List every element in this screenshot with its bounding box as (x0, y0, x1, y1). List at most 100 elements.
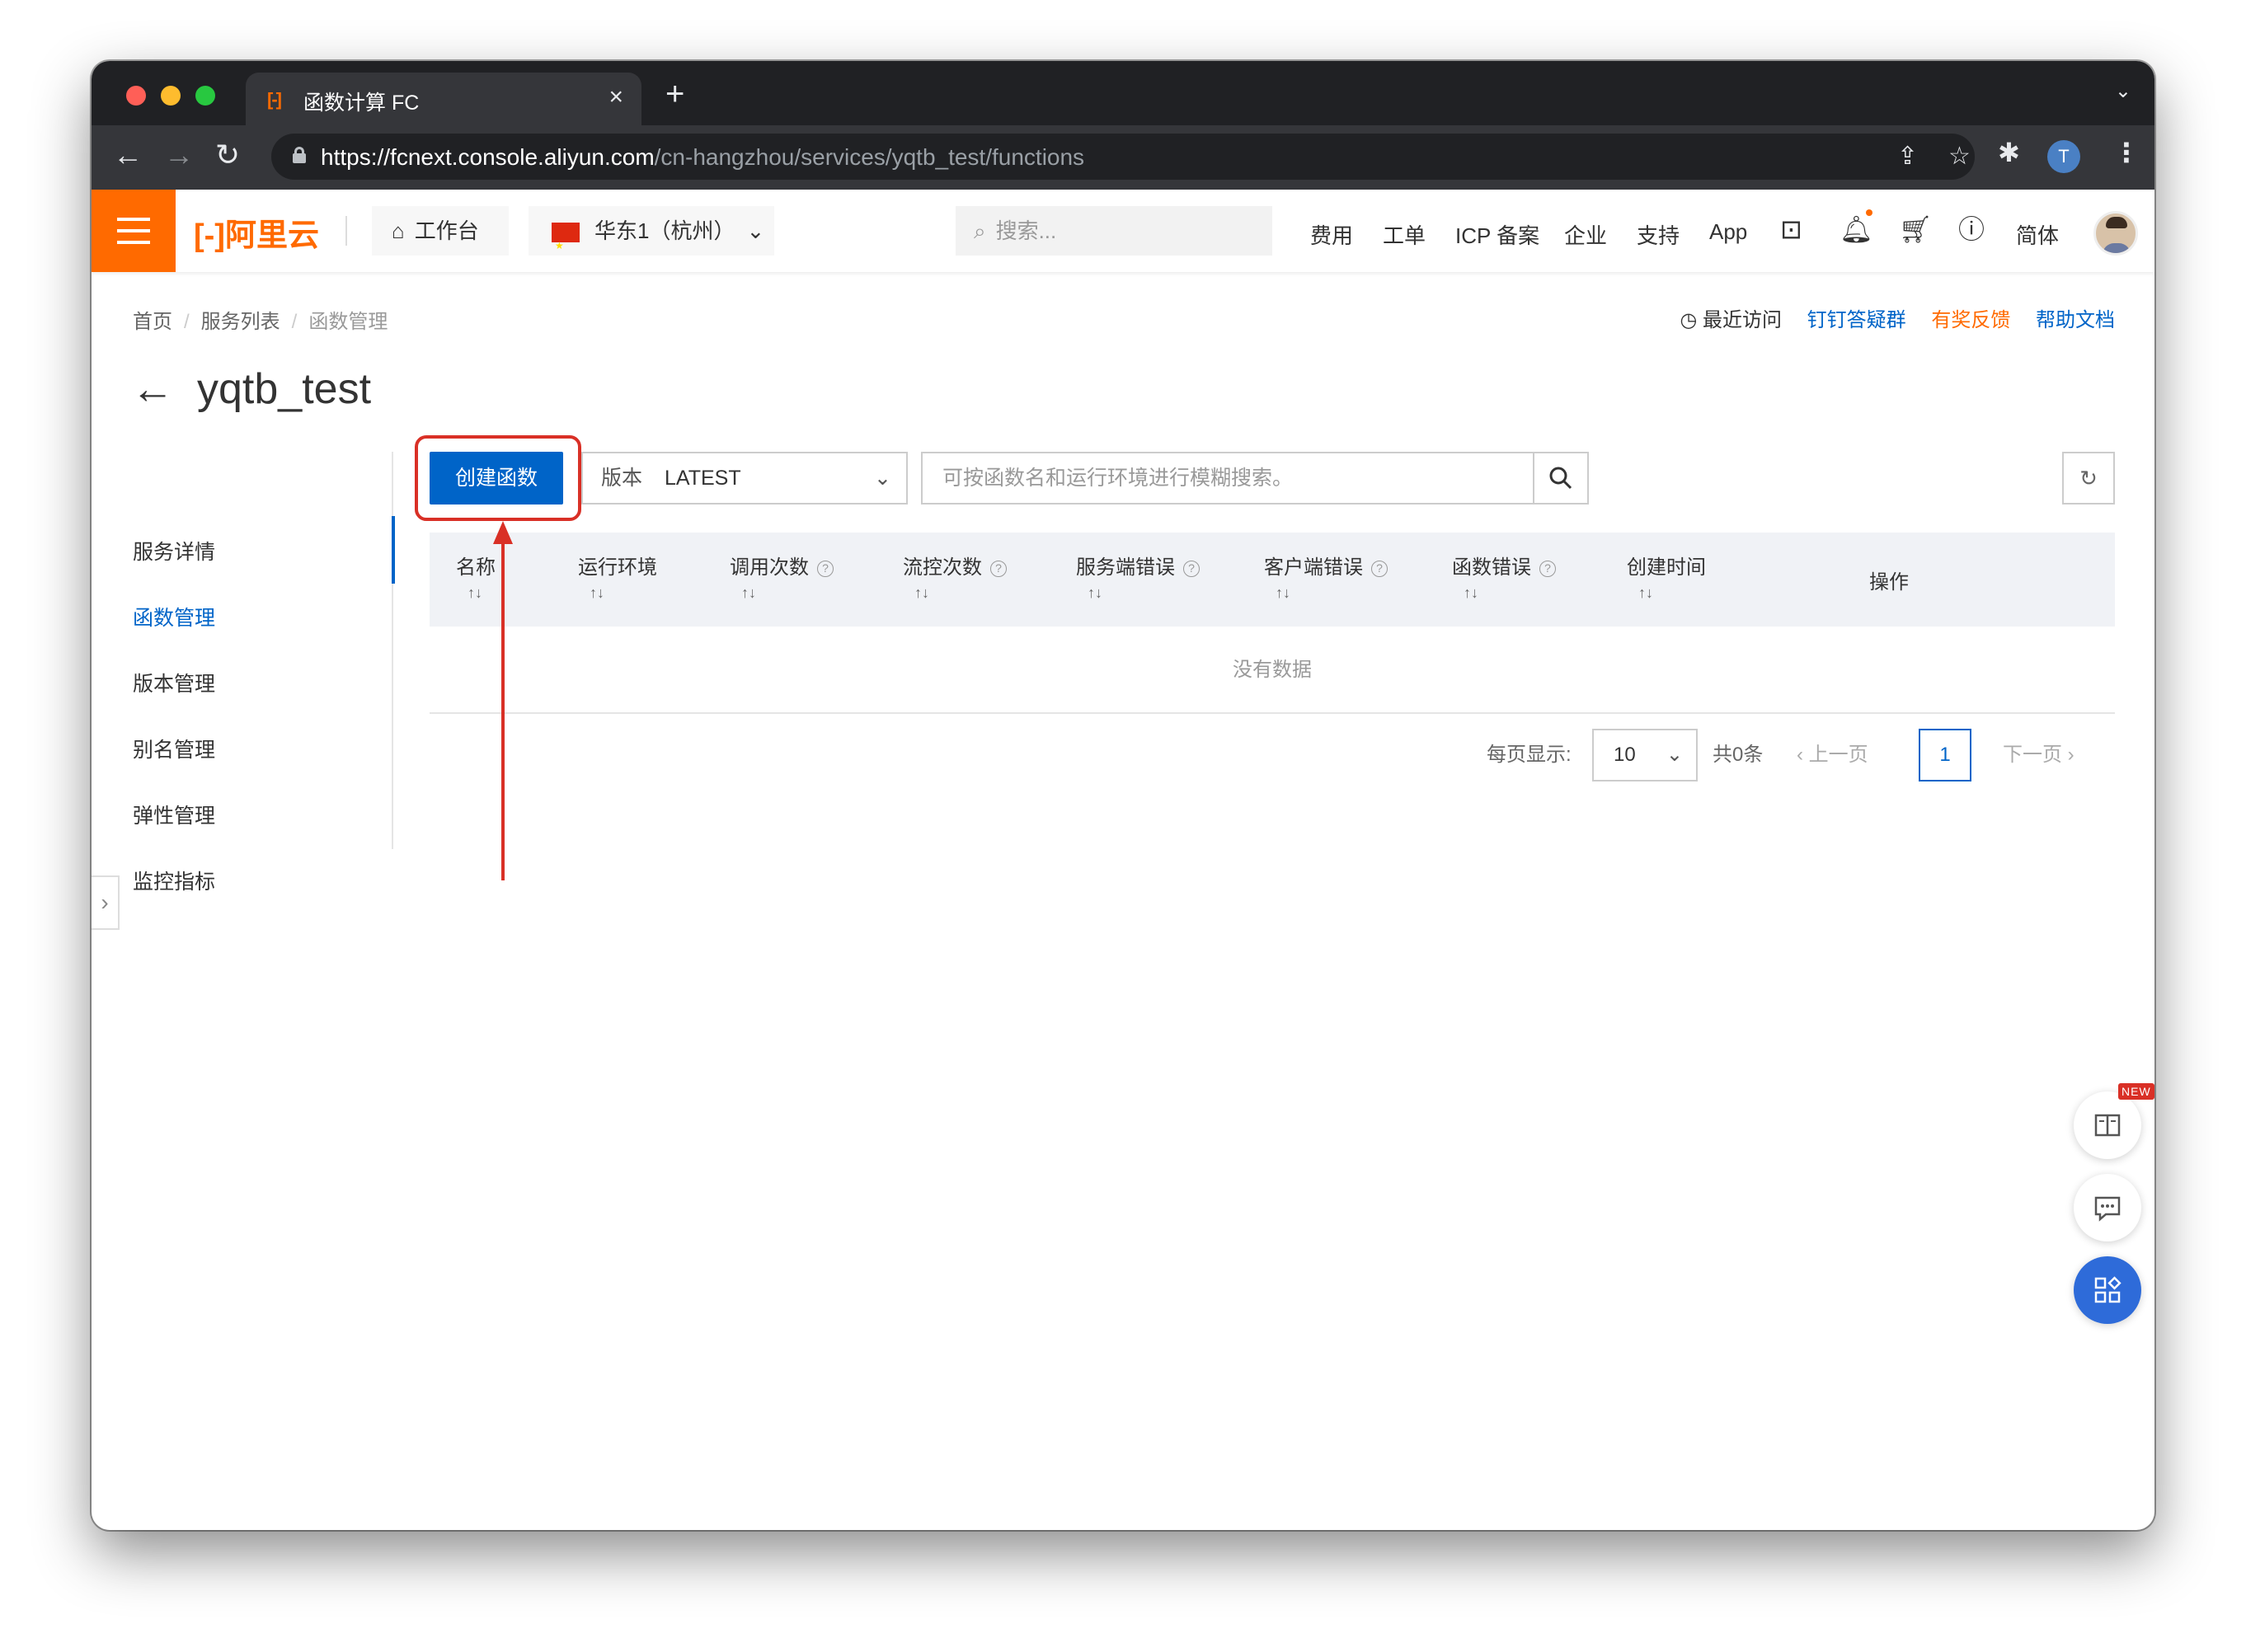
logo-divider (345, 216, 347, 246)
language-switch[interactable]: 简体 (2016, 219, 2059, 250)
clock-icon: ◷ (1680, 309, 1698, 331)
hamburger-menu-button[interactable] (92, 190, 176, 272)
console-search-input[interactable]: ⌕ 搜索... (956, 206, 1272, 256)
version-select[interactable]: 版本 LATEST ⌄ (581, 452, 908, 505)
terminal-icon[interactable]: ⊡ (1780, 214, 1802, 244)
help-icon[interactable]: ⓘ (1958, 214, 1985, 244)
breadcrumb: 首页 / 服务列表 / 函数管理 (133, 311, 388, 333)
column-client-errors[interactable]: 客户端错误? ↑↓ (1264, 551, 1388, 602)
url-text[interactable]: https://fcnext.console.aliyun.com/cn-han… (321, 144, 1084, 171)
feedback-link[interactable]: 有奖反馈 (1931, 309, 2010, 331)
guide-book-button[interactable] (2074, 1091, 2141, 1159)
bookmark-star-icon[interactable]: ☆ (1948, 142, 1971, 171)
sort-icon[interactable]: ↑↓ (578, 584, 657, 602)
column-runtime[interactable]: 运行环境 ↑↓ (578, 551, 657, 602)
close-window-button[interactable] (126, 86, 146, 106)
book-icon (2094, 1114, 2121, 1137)
extensions-puzzle-icon[interactable]: ✱ (1998, 137, 2020, 168)
forward-icon[interactable]: → (164, 138, 194, 171)
column-name[interactable]: 名称 ↑↓ (456, 551, 496, 602)
help-circle-icon[interactable]: ? (990, 561, 1007, 577)
sort-icon[interactable]: ↑↓ (1076, 584, 1200, 602)
breadcrumb-current: 函数管理 (308, 311, 388, 333)
refresh-icon[interactable]: ↻ (2062, 452, 2115, 505)
sort-icon[interactable]: ↑↓ (456, 584, 496, 602)
sort-icon[interactable]: ↑↓ (903, 584, 1007, 602)
cart-icon[interactable]: 🛒︎ (1899, 214, 1933, 244)
notification-dot (1866, 209, 1872, 216)
back-icon[interactable]: ← (113, 138, 143, 171)
address-bar[interactable]: https://fcnext.console.aliyun.com/cn-han… (271, 134, 1975, 180)
share-icon[interactable]: ⇪ (1897, 142, 1918, 171)
sidebar-expand-chevron-icon[interactable]: › (92, 875, 120, 930)
tab-search-chevron-icon[interactable]: ⌄ (2115, 79, 2131, 103)
breadcrumb-services[interactable]: 服务列表 (201, 311, 280, 333)
column-server-errors[interactable]: 服务端错误? ↑↓ (1076, 551, 1200, 602)
column-created-time[interactable]: 创建时间 ↑↓ (1627, 551, 1706, 602)
sort-icon[interactable]: ↑↓ (1627, 584, 1706, 602)
zoom-window-button[interactable] (195, 86, 215, 106)
browser-menu-icon[interactable]: ⋮ (2113, 137, 2140, 168)
header-link-enterprise[interactable]: 企业 (1564, 219, 1607, 250)
profile-avatar[interactable]: T (2047, 140, 2080, 173)
minimize-window-button[interactable] (161, 86, 181, 106)
functions-table-header: 名称 ↑↓ 运行环境 ↑↓ 调用次数? ↑↓ 流控次数? ↑↓ 服务端错误? ↑↓ 客户端… (430, 533, 2115, 627)
chevron-down-icon: ⌄ (1666, 744, 1683, 766)
help-circle-icon[interactable]: ? (1371, 561, 1388, 577)
search-icon (1549, 467, 1572, 490)
header-link-app[interactable]: App (1709, 219, 1747, 245)
header-link-billing[interactable]: 费用 (1310, 219, 1353, 250)
nav-item-version-management[interactable]: 版本管理 (133, 668, 215, 697)
aliyun-favicon-icon: [-] (267, 89, 282, 110)
region-selector[interactable]: 华东1（杭州） ⌄ (529, 206, 774, 270)
next-page-button[interactable]: 下一页 › (2003, 729, 2074, 781)
dingtalk-group-link[interactable]: 钉钉答疑群 (1807, 309, 1906, 331)
nav-item-service-details[interactable]: 服务详情 (133, 536, 215, 566)
aliyun-logo[interactable]: [-]阿里云 (194, 209, 319, 255)
column-throttles[interactable]: 流控次数? ↑↓ (903, 551, 1007, 602)
workbench-button[interactable]: ⌂ 工作台 (372, 206, 509, 256)
page-number-current[interactable]: 1 (1919, 729, 1971, 781)
search-placeholder: 搜索... (995, 218, 1057, 243)
lock-icon[interactable] (293, 147, 306, 163)
sort-icon[interactable]: ↑↓ (730, 584, 834, 602)
back-arrow-icon[interactable]: ← (131, 364, 174, 414)
help-docs-link[interactable]: 帮助文档 (2036, 309, 2115, 331)
new-badge: NEW (2118, 1083, 2154, 1100)
help-circle-icon[interactable]: ? (1539, 561, 1556, 577)
recent-visits-link[interactable]: ◷ 最近访问 (1660, 309, 1782, 331)
search-button[interactable] (1533, 453, 1587, 503)
tab-close-icon[interactable]: × (608, 83, 623, 111)
function-search-input[interactable]: 可按函数名和运行环境进行模糊搜索。 (921, 452, 1589, 505)
header-link-icp[interactable]: ICP 备案 (1455, 219, 1539, 250)
nav-item-monitoring[interactable]: 监控指标 (133, 866, 215, 895)
user-avatar[interactable] (2093, 211, 2138, 256)
apps-launcher-button[interactable] (2074, 1256, 2141, 1324)
page-title: yqtb_test (197, 365, 372, 413)
reload-icon[interactable]: ↻ (215, 138, 240, 171)
breadcrumb-home[interactable]: 首页 (133, 311, 172, 333)
column-function-errors[interactable]: 函数错误? ↑↓ (1452, 551, 1556, 602)
sort-icon[interactable]: ↑↓ (1264, 584, 1388, 602)
new-tab-button[interactable]: + (665, 77, 684, 110)
column-invocations[interactable]: 调用次数? ↑↓ (730, 551, 834, 602)
nav-item-function-management[interactable]: 函数管理 (133, 602, 215, 631)
column-actions: 操作 (1869, 571, 1909, 594)
page-size-select[interactable]: 10 ⌄ (1592, 729, 1698, 781)
bell-icon[interactable]: 🔔︎ (1840, 214, 1873, 244)
header-link-support[interactable]: 支持 (1637, 219, 1680, 250)
apps-grid-icon (2094, 1276, 2121, 1303)
chat-feedback-button[interactable] (2074, 1174, 2141, 1241)
help-circle-icon[interactable]: ? (817, 561, 834, 577)
browser-toolbar: ← → ↻ https://fcnext.console.aliyun.com/… (92, 125, 2154, 190)
nav-item-elastic-management[interactable]: 弹性管理 (133, 800, 215, 829)
help-circle-icon[interactable]: ? (1183, 561, 1200, 577)
sort-icon[interactable]: ↑↓ (1452, 584, 1556, 602)
header-link-tickets[interactable]: 工单 (1383, 219, 1426, 250)
chat-bubble-icon (2094, 1196, 2121, 1222)
chevron-down-icon: ⌄ (746, 218, 765, 243)
pagination: 每页显示: 10 ⌄ 共0条 ‹ 上一页 1 下一页 › (92, 729, 2154, 781)
version-value: LATEST (664, 467, 741, 490)
browser-tab[interactable]: [-] 函数计算 FC × (246, 73, 641, 125)
prev-page-button[interactable]: ‹ 上一页 (1797, 729, 1868, 781)
